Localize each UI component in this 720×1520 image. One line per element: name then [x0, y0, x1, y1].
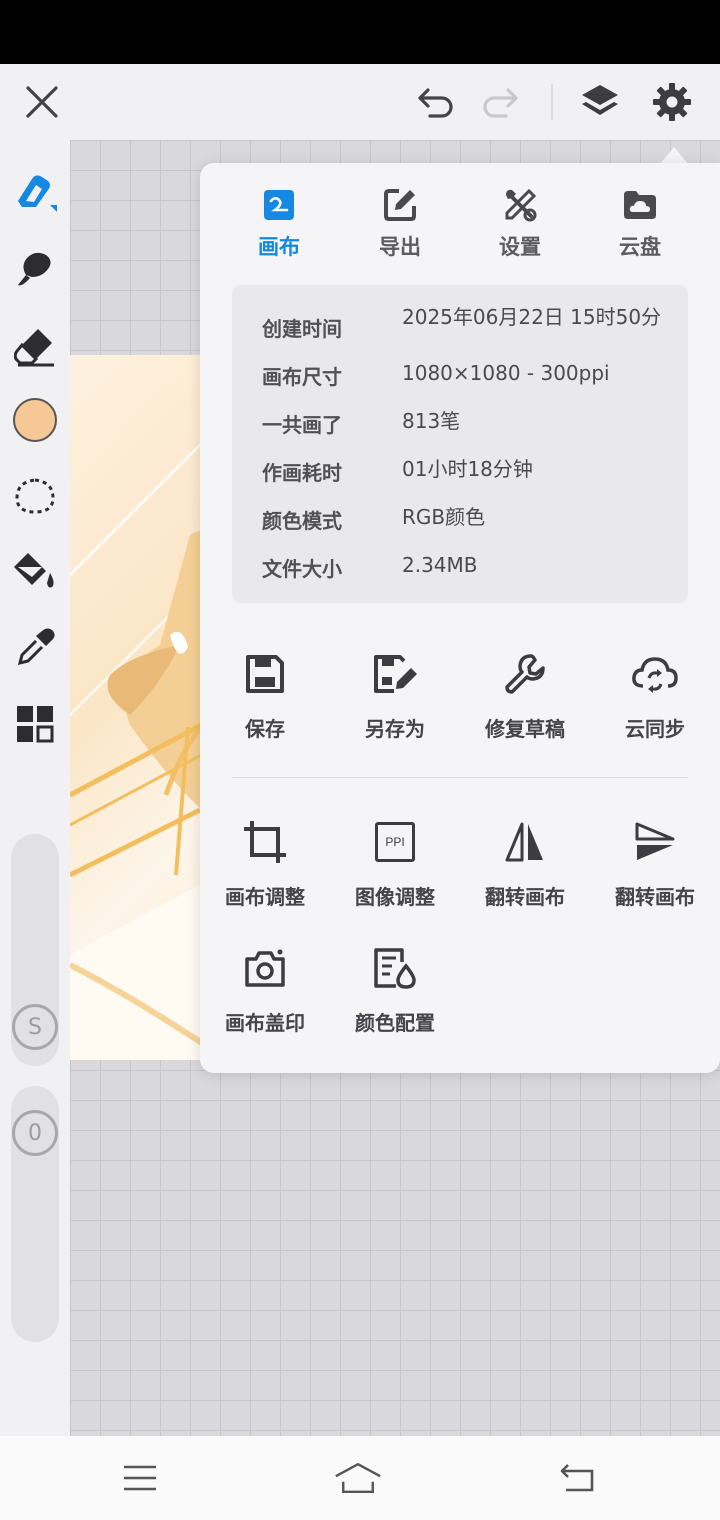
cloud-sync-label: 云同步	[625, 717, 685, 741]
back-icon[interactable]	[554, 1454, 602, 1502]
menu-icon[interactable]	[116, 1454, 164, 1502]
flip-horizontal-icon	[500, 817, 550, 867]
tab-settings[interactable]: 设置	[475, 185, 565, 265]
redo-icon[interactable]	[480, 82, 520, 122]
flip-horizontal-label: 翻转画布	[485, 885, 565, 909]
color-profile-icon	[370, 943, 420, 993]
panel-divider	[232, 777, 688, 778]
status-bar	[0, 0, 720, 64]
canvas-stamp-label: 画布盖印	[225, 1011, 305, 1035]
save-icon	[240, 649, 290, 699]
system-nav-bar	[0, 1436, 720, 1520]
color-swatch[interactable]	[11, 396, 59, 444]
wrench-icon	[500, 649, 550, 699]
info-value-file-size: 2.34MB	[402, 553, 478, 577]
tab-cloud-drive[interactable]: 云盘	[595, 185, 685, 265]
toolbar-divider	[551, 84, 553, 120]
info-value-created: 2025年06月22日 15时50分	[402, 305, 662, 329]
info-label-strokes: 一共画了	[262, 413, 342, 437]
info-label-created: 创建时间	[262, 317, 342, 341]
eraser-icon[interactable]	[11, 322, 59, 370]
info-label-duration: 作画耗时	[262, 461, 342, 485]
brush-size-label: S	[28, 1014, 42, 1040]
canvas-settings-panel: 画布 导出 设置 云盘 创建时间 2025年06月22日 15时50分 画布尺寸…	[200, 163, 720, 1073]
canvas-icon	[259, 185, 299, 225]
save-as-button[interactable]: 另存为	[340, 649, 450, 742]
eyedropper-icon[interactable]	[11, 624, 59, 672]
repair-draft-button[interactable]: 修复草稿	[470, 649, 580, 742]
close-icon[interactable]	[22, 82, 62, 122]
tab-export[interactable]: 导出	[355, 185, 445, 265]
bucket-icon[interactable]	[11, 548, 59, 596]
opacity-knob[interactable]: 0	[12, 1110, 58, 1156]
info-label-color-mode: 颜色模式	[262, 509, 342, 533]
info-value-duration: 01小时18分钟	[402, 457, 533, 481]
save-button[interactable]: 保存	[210, 649, 320, 742]
info-value-strokes: 813笔	[402, 409, 461, 433]
canvas-stamp-button[interactable]: 画布盖印	[210, 943, 320, 1036]
tab-canvas-label: 画布	[258, 235, 300, 259]
canvas-adjust-button[interactable]: 画布调整	[210, 817, 320, 910]
camera-icon	[240, 943, 290, 993]
flip-horizontal-button[interactable]: 翻转画布	[470, 817, 580, 910]
info-label-file-size: 文件大小	[262, 557, 342, 581]
crop-icon	[240, 817, 290, 867]
grid-icon[interactable]	[11, 700, 59, 748]
layers-icon[interactable]	[580, 82, 620, 122]
top-bar	[0, 64, 720, 140]
cloud-sync-button[interactable]: 云同步	[600, 649, 710, 742]
panel-pointer	[660, 147, 688, 164]
color-config-button[interactable]: 颜色配置	[340, 943, 450, 1036]
flip-vertical-label: 翻转画布	[615, 885, 695, 909]
canvas-adjust-label: 画布调整	[225, 885, 305, 909]
image-adjust-label: 图像调整	[355, 885, 435, 909]
save-as-icon	[370, 649, 420, 699]
canvas-info-box: 创建时间 2025年06月22日 15时50分 画布尺寸 1080×1080 -…	[232, 285, 688, 603]
info-value-size: 1080×1080 - 300ppi	[402, 361, 610, 385]
repair-draft-label: 修复草稿	[485, 717, 565, 741]
left-toolbar: S 0	[0, 140, 70, 1436]
undo-icon[interactable]	[416, 82, 456, 122]
gear-icon[interactable]	[652, 82, 692, 122]
smudge-icon[interactable]	[11, 244, 59, 292]
tools-icon	[500, 185, 540, 225]
opacity-label: 0	[28, 1120, 42, 1146]
lasso-icon[interactable]	[11, 472, 59, 520]
export-icon	[380, 185, 420, 225]
info-label-size: 画布尺寸	[262, 365, 342, 389]
color-config-label: 颜色配置	[355, 1011, 435, 1035]
tab-cloud-drive-label: 云盘	[619, 235, 661, 259]
brush-size-knob[interactable]: S	[12, 1004, 58, 1050]
image-adjust-button[interactable]: PPI 图像调整	[340, 817, 450, 910]
tab-settings-label: 设置	[499, 235, 541, 259]
save-as-label: 另存为	[365, 717, 425, 741]
home-icon[interactable]	[334, 1454, 382, 1502]
cloud-sync-icon	[630, 649, 680, 699]
tab-canvas[interactable]: 画布	[234, 185, 324, 265]
info-value-color-mode: RGB颜色	[402, 505, 486, 529]
flip-vertical-button[interactable]: 翻转画布	[600, 817, 710, 910]
cloud-folder-icon	[620, 185, 660, 225]
flip-vertical-icon	[630, 817, 680, 867]
brush-icon[interactable]	[11, 166, 59, 214]
save-label: 保存	[245, 717, 285, 741]
tab-export-label: 导出	[379, 235, 421, 259]
ppi-icon-text: PPI	[375, 822, 415, 862]
ppi-icon: PPI	[370, 817, 420, 867]
artwork-canvas[interactable]	[70, 355, 220, 1060]
